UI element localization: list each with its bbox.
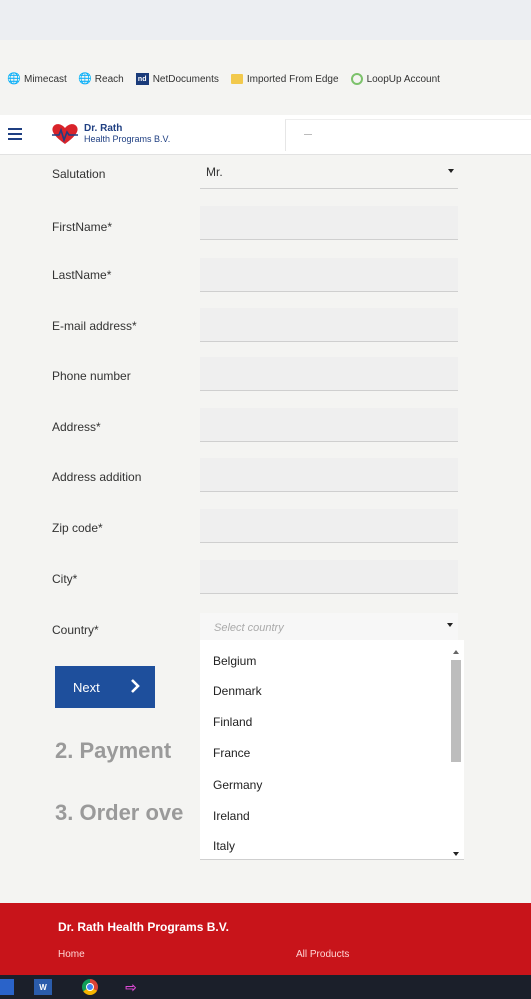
globe-icon: 🌐 bbox=[77, 72, 92, 85]
first-name-input[interactable] bbox=[200, 206, 458, 240]
email-label: E-mail address* bbox=[52, 319, 137, 333]
salutation-select[interactable]: Mr. bbox=[200, 159, 458, 189]
bookmark-label: NetDocuments bbox=[152, 73, 219, 85]
bookmark-label: Mimecast bbox=[24, 73, 67, 85]
site-footer: Dr. Rath Health Programs B.V. Home All P… bbox=[0, 903, 531, 975]
next-button[interactable]: Next bbox=[55, 666, 155, 708]
bookmark-reach[interactable]: 🌐 Reach bbox=[77, 72, 124, 85]
app-arrow-icon[interactable]: ⇨ bbox=[122, 979, 140, 995]
folder-icon bbox=[230, 74, 243, 84]
chevron-right-icon bbox=[131, 679, 140, 693]
last-name-input[interactable] bbox=[200, 258, 458, 292]
logo-line-1: Dr. Rath bbox=[84, 123, 123, 134]
last-name-label: LastName* bbox=[52, 268, 112, 282]
city-label: City* bbox=[52, 572, 78, 586]
bookmark-netdocuments[interactable]: nd NetDocuments bbox=[135, 73, 219, 85]
bookmark-label: LoopUp Account bbox=[366, 73, 440, 85]
country-label: Country* bbox=[52, 623, 99, 637]
chevron-down-icon bbox=[448, 169, 454, 173]
city-input[interactable] bbox=[200, 560, 458, 594]
phone-label: Phone number bbox=[52, 369, 131, 383]
country-option-italy[interactable]: Italy bbox=[213, 839, 235, 853]
loopup-icon bbox=[350, 73, 363, 85]
logo-line-2: Health Programs B.V. bbox=[84, 134, 171, 144]
next-button-label: Next bbox=[73, 679, 100, 695]
footer-brand: Dr. Rath Health Programs B.V. bbox=[58, 920, 229, 934]
chevron-down-icon bbox=[447, 623, 453, 627]
address-addition-label: Address addition bbox=[52, 470, 142, 484]
email-input[interactable] bbox=[200, 308, 458, 342]
taskbar-edge-icon[interactable] bbox=[0, 979, 14, 995]
address-addition-input[interactable] bbox=[200, 458, 458, 492]
country-option-germany[interactable]: Germany bbox=[213, 778, 262, 792]
scroll-down-icon[interactable] bbox=[453, 852, 459, 856]
country-option-finland[interactable]: Finland bbox=[213, 715, 252, 729]
phone-input[interactable] bbox=[200, 357, 458, 391]
country-dropdown-list[interactable]: Belgium Denmark Finland France Germany I… bbox=[200, 640, 464, 860]
zip-label: Zip code* bbox=[52, 521, 103, 535]
scroll-thumb[interactable] bbox=[451, 660, 461, 762]
netdocuments-icon: nd bbox=[135, 73, 149, 85]
site-header: Dr. Rath Health Programs B.V. bbox=[0, 115, 531, 155]
dropdown-scrollbar[interactable] bbox=[451, 648, 461, 856]
bookmark-mimecast[interactable]: 🌐 Mimecast bbox=[7, 72, 67, 85]
chrome-icon[interactable] bbox=[82, 979, 98, 995]
step-payment-heading: 2. Payment bbox=[55, 738, 172, 763]
bookmark-imported-from-edge[interactable]: Imported From Edge bbox=[230, 73, 339, 85]
word-icon[interactable]: W bbox=[34, 979, 52, 995]
country-option-france[interactable]: France bbox=[213, 746, 250, 760]
footer-link-home[interactable]: Home bbox=[58, 949, 85, 960]
bookmark-loopup-account[interactable]: LoopUp Account bbox=[350, 73, 440, 85]
menu-icon[interactable] bbox=[8, 128, 22, 140]
country-option-denmark[interactable]: Denmark bbox=[213, 684, 262, 698]
address-input[interactable] bbox=[200, 408, 458, 442]
os-taskbar: W ⇨ bbox=[0, 975, 531, 999]
country-option-ireland[interactable]: Ireland bbox=[213, 809, 250, 823]
browser-tab-strip bbox=[0, 0, 531, 40]
country-placeholder: Select country bbox=[214, 622, 284, 634]
globe-icon: 🌐 bbox=[7, 72, 21, 85]
country-option-belgium[interactable]: Belgium bbox=[213, 654, 256, 668]
header-search-box[interactable] bbox=[285, 119, 531, 151]
bookmark-label: Reach bbox=[94, 73, 124, 85]
footer-link-all-products[interactable]: All Products bbox=[296, 949, 349, 960]
bookmark-label: Imported From Edge bbox=[246, 73, 339, 85]
site-logo[interactable]: Dr. Rath Health Programs B.V. bbox=[50, 122, 170, 146]
bookmarks-bar: 🌐 Mimecast 🌐 Reach nd NetDocuments Impor… bbox=[0, 66, 531, 92]
heart-logo-icon bbox=[52, 124, 78, 144]
first-name-label: FirstName* bbox=[52, 220, 113, 234]
step-order-overview-heading: 3. Order ove bbox=[55, 800, 184, 825]
scroll-up-icon[interactable] bbox=[453, 650, 459, 654]
salutation-value: Mr. bbox=[206, 165, 223, 179]
country-select[interactable]: Select country bbox=[200, 613, 458, 641]
zip-input[interactable] bbox=[200, 509, 458, 543]
salutation-label: Salutation bbox=[52, 167, 106, 181]
address-label: Address* bbox=[52, 420, 101, 434]
